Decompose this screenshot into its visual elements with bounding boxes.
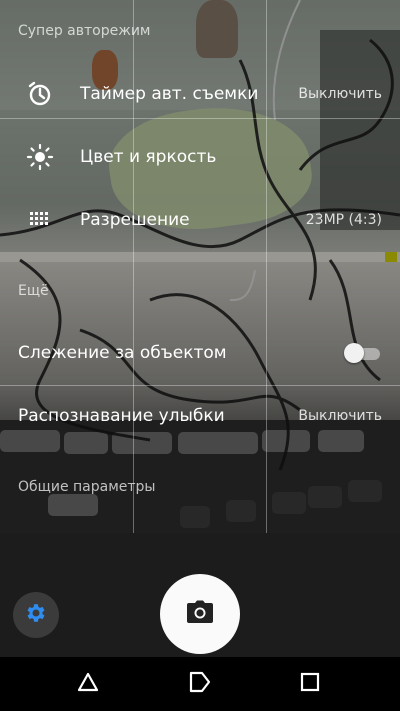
color-brightness-label: Цвет и яркость — [80, 147, 217, 167]
setting-row-color-brightness[interactable]: Цвет и яркость — [0, 126, 400, 188]
brightness-icon — [26, 143, 54, 171]
toggle-thumb — [344, 343, 364, 363]
nav-back-button[interactable] — [58, 657, 118, 711]
setting-row-self-timer[interactable]: Таймер авт. съемки Выключить — [0, 63, 400, 125]
timer-icon — [26, 80, 54, 108]
shutter-button[interactable] — [160, 574, 240, 654]
section-header-more: Ещё — [18, 283, 49, 299]
camera-icon — [186, 600, 214, 628]
smile-detection-label: Распознавание улыбки — [18, 406, 225, 426]
system-navigation-bar — [0, 657, 400, 711]
nav-recents-button[interactable] — [280, 657, 340, 711]
smile-detection-value: Выключить — [298, 408, 382, 424]
section-header-super-auto: Супер авторежим — [18, 23, 151, 39]
square-recents-icon — [300, 672, 320, 696]
triangle-back-icon — [77, 671, 99, 697]
resolution-label: Разрешение — [80, 210, 190, 230]
resolution-value: 23MP (4:3) — [305, 212, 382, 228]
self-timer-value: Выключить — [298, 86, 382, 102]
self-timer-label: Таймер авт. съемки — [80, 84, 259, 104]
setting-row-smile-detection[interactable]: Распознавание улыбки Выключить — [0, 385, 400, 447]
setting-row-object-tracking[interactable]: Слежение за объектом — [0, 322, 400, 384]
setting-row-resolution[interactable]: Разрешение 23MP (4:3) — [0, 189, 400, 251]
resolution-grid-icon — [26, 206, 54, 234]
gear-icon — [24, 601, 48, 629]
nav-home-button[interactable] — [170, 657, 230, 711]
object-tracking-label: Слежение за объектом — [18, 343, 227, 363]
home-pentagon-icon — [188, 671, 212, 697]
section-header-general: Общие параметры — [18, 479, 156, 495]
settings-button[interactable] — [13, 592, 59, 638]
object-tracking-toggle[interactable] — [344, 343, 382, 363]
